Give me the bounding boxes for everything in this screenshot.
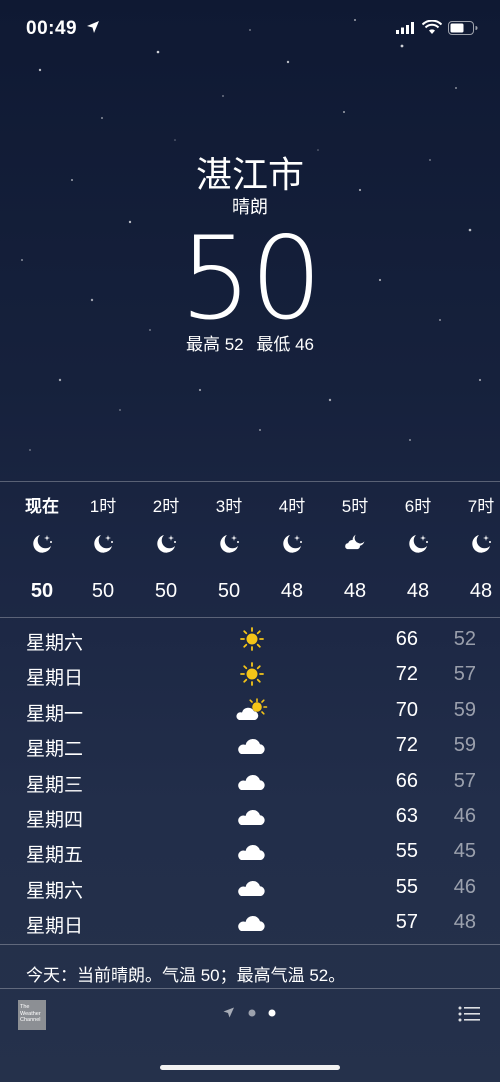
- day-low: 46: [453, 875, 476, 898]
- daily-row: 星期日 57 48: [0, 905, 500, 940]
- day-name: 星期三: [26, 774, 84, 796]
- day-low: 46: [453, 805, 476, 827]
- page-indicator[interactable]: [222, 1006, 282, 1020]
- today-high: 最高 52: [185, 335, 244, 354]
- daily-row: 星期三 66 57: [0, 764, 500, 799]
- day-high: 70: [395, 698, 418, 721]
- hour-label: 3时: [215, 497, 243, 516]
- moon-stars-icon: [154, 532, 178, 556]
- hour-temperature: 50: [217, 580, 241, 602]
- day-name: 星期六: [26, 880, 84, 902]
- day-low: 57: [453, 663, 476, 686]
- moon-stars-icon: [30, 532, 54, 556]
- moon-stars-icon: [406, 532, 430, 556]
- day-name: 星期四: [26, 810, 84, 831]
- hour-temperature: 50: [30, 580, 54, 602]
- hour-temperature: 48: [280, 580, 304, 602]
- day-low: 48: [453, 911, 476, 934]
- day-high: 63: [395, 805, 418, 827]
- cloud-icon: [236, 910, 268, 934]
- day-high: 55: [395, 875, 418, 898]
- daily-row: 星期六 55 46: [0, 870, 500, 905]
- status-bar: 00:49: [0, 0, 500, 60]
- battery-icon: [448, 21, 478, 35]
- high-low-temperatures: 最高 52 最低 46: [0, 330, 500, 355]
- partly-cloudy-icon: [236, 697, 268, 722]
- cloud-icon: [236, 804, 268, 828]
- daily-row: 星期五 55 45: [0, 834, 500, 869]
- hour-temperature: 48: [469, 580, 493, 602]
- today-low: 最低 46: [256, 335, 314, 354]
- hour-label: 1时: [89, 497, 117, 516]
- day-name: 星期二: [26, 739, 84, 761]
- daily-row: 星期六 66 52: [0, 622, 500, 657]
- day-name: 星期一: [26, 703, 84, 725]
- cloud-icon: [236, 733, 268, 757]
- daily-row: 星期一 70 59: [0, 693, 500, 728]
- day-low: 45: [453, 840, 476, 863]
- today-summary: 今天：当前晴朗。气温 50；最高气温 52。: [26, 966, 346, 985]
- day-high: 72: [395, 663, 418, 686]
- moon-stars-icon: [280, 532, 304, 556]
- sun-icon: [236, 627, 268, 651]
- city-list-icon[interactable]: [458, 1005, 480, 1023]
- page-dot-active: [268, 1009, 276, 1017]
- day-high: 57: [395, 911, 418, 934]
- day-name: 星期六: [26, 633, 84, 654]
- hour-temperature: 48: [406, 580, 430, 602]
- divider: [0, 617, 500, 618]
- day-low: 59: [453, 734, 476, 757]
- day-high: 55: [395, 840, 418, 863]
- day-name: 星期五: [26, 845, 84, 867]
- divider: [0, 988, 500, 989]
- day-low: 57: [453, 769, 476, 792]
- hour-label: 2时: [152, 497, 180, 516]
- day-name: 星期日: [26, 668, 84, 690]
- location-arrow-icon: [87, 21, 99, 33]
- page-dot: [248, 1009, 256, 1017]
- hour-label: 4时: [278, 497, 306, 516]
- cloud-icon: [236, 839, 268, 863]
- home-indicator[interactable]: [160, 1065, 340, 1070]
- sun-icon: [236, 662, 268, 687]
- cloud-icon: [236, 875, 268, 899]
- hour-label: 7时: [467, 497, 495, 516]
- hour-label: 6时: [404, 497, 432, 516]
- day-high: 66: [395, 769, 418, 792]
- hour-temperature: 50: [154, 580, 178, 602]
- cloud-moon-icon: [343, 532, 367, 556]
- hour-temperature: 48: [343, 580, 367, 602]
- hourly-forecast[interactable]: 现在 50 1时 50 2时 50 3时 50 4时 48 5时 48 6时 48 7时 48: [0, 482, 500, 617]
- day-high: 66: [395, 628, 418, 650]
- day-name: 星期日: [26, 916, 84, 938]
- weather-channel-logo[interactable]: The Weather Channel: [18, 1000, 46, 1030]
- day-low: 52: [453, 628, 476, 650]
- status-time: 00:49: [26, 18, 78, 39]
- day-low: 59: [453, 698, 476, 721]
- daily-row: 星期二 72 59: [0, 728, 500, 763]
- moon-stars-icon: [217, 532, 241, 556]
- current-temperature: 50: [179, 212, 322, 345]
- daily-row: 星期日 72 57: [0, 657, 500, 692]
- hour-label: 5时: [341, 497, 369, 516]
- hour-temperature: 50: [91, 580, 115, 602]
- moon-stars-icon: [91, 532, 115, 556]
- moon-stars-icon: [469, 532, 493, 556]
- divider: [0, 944, 500, 945]
- day-high: 72: [395, 734, 418, 757]
- hour-label: 现在: [25, 497, 59, 516]
- city-name: 湛江市: [195, 154, 304, 195]
- cloud-icon: [236, 769, 268, 793]
- wifi-icon: [422, 20, 442, 34]
- cellular-signal-icon: [396, 22, 414, 34]
- location-page-icon: [223, 1007, 234, 1018]
- daily-row: 星期四 63 46: [0, 799, 500, 834]
